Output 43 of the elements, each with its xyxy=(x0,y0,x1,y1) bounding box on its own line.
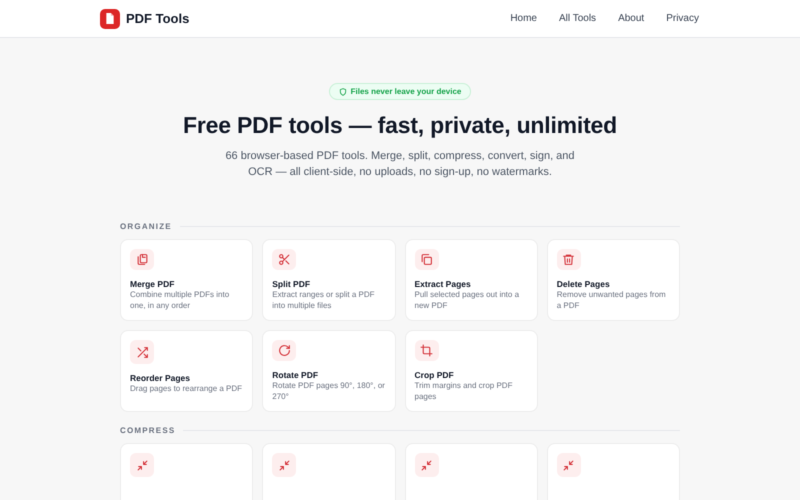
tool-name: Crop PDF xyxy=(414,370,455,380)
tool-name: Merge PDF xyxy=(130,279,176,289)
tool-name: Delete Pages xyxy=(556,279,611,289)
tool-name: Reorder Pages xyxy=(130,373,191,383)
tool-description: Drag pages to rearrange a PDF xyxy=(130,384,244,394)
nav-link[interactable]: About xyxy=(618,13,644,24)
compress-arrows-icon xyxy=(278,458,291,472)
tool-description: Remove unwanted pages from a PDF xyxy=(556,290,667,311)
scissors-icon xyxy=(278,253,291,266)
nav-link[interactable]: All Tools xyxy=(559,13,596,24)
rotate-icon xyxy=(278,344,291,357)
compress-arrows-icon xyxy=(420,458,433,472)
tool-description: Rotate PDF pages 90°, 180°, or 270° xyxy=(272,381,386,402)
tool-description: Pull selected pages out into a new PDF xyxy=(414,290,520,311)
tool-card[interactable]: Merge PDF Combine multiple PDFs into one, in any order xyxy=(120,239,254,321)
tool-description: Trim margins and crop PDF pages xyxy=(414,381,514,402)
nav-link[interactable]: Home xyxy=(510,13,537,24)
crop-icon xyxy=(420,344,433,357)
tool-card[interactable]: Extract Pages Pull selected pages out into a new PDF xyxy=(404,239,538,321)
tool-card[interactable]: Rotate PDF Rotate PDF pages 90°, 180°, or 270° xyxy=(262,330,396,412)
nav-link[interactable]: Privacy xyxy=(666,13,699,24)
copy-icon xyxy=(420,253,433,266)
tool-description: Extract ranges or split a PDF into multiple files xyxy=(272,290,376,311)
trash-icon xyxy=(562,253,576,266)
shuffle-icon xyxy=(136,346,148,358)
tool-card[interactable]: Crop PDF Trim margins and crop PDF pages xyxy=(404,330,538,412)
tool-name: Split PDF xyxy=(272,279,312,289)
privacy-badge: Files never leave your device xyxy=(328,83,472,100)
compress-arrows-icon xyxy=(136,458,148,472)
page-subtitle: 66 browser-based PDF tools. Merge, split, compress, convert, sign, and OCR — all client-side, no uploads, no sign-up, no watermarks. xyxy=(224,149,576,180)
section-heading: ORGANIZE xyxy=(120,222,172,231)
brand-name[interactable]: PDF Tools xyxy=(126,11,190,26)
logo-icon[interactable] xyxy=(100,8,120,28)
section-heading: COMPRESS xyxy=(120,426,176,435)
compress-arrows-icon xyxy=(562,458,576,472)
tool-name: Rotate PDF xyxy=(272,370,320,380)
tool-card[interactable]: Delete Pages Remove unwanted pages from a PDF xyxy=(546,239,680,321)
page-title: Free PDF tools — fast, private, unlimited xyxy=(183,112,617,139)
tool-description: Combine multiple PDFs into one, in any order xyxy=(130,290,230,311)
tool-name: Extract Pages xyxy=(414,279,472,289)
documents-icon xyxy=(136,253,148,266)
tool-card[interactable]: Split PDF Extract ranges or split a PDF into multiple files xyxy=(262,239,396,321)
tool-card[interactable]: Reorder Pages Drag pages to rearrange a PDF xyxy=(120,330,254,412)
